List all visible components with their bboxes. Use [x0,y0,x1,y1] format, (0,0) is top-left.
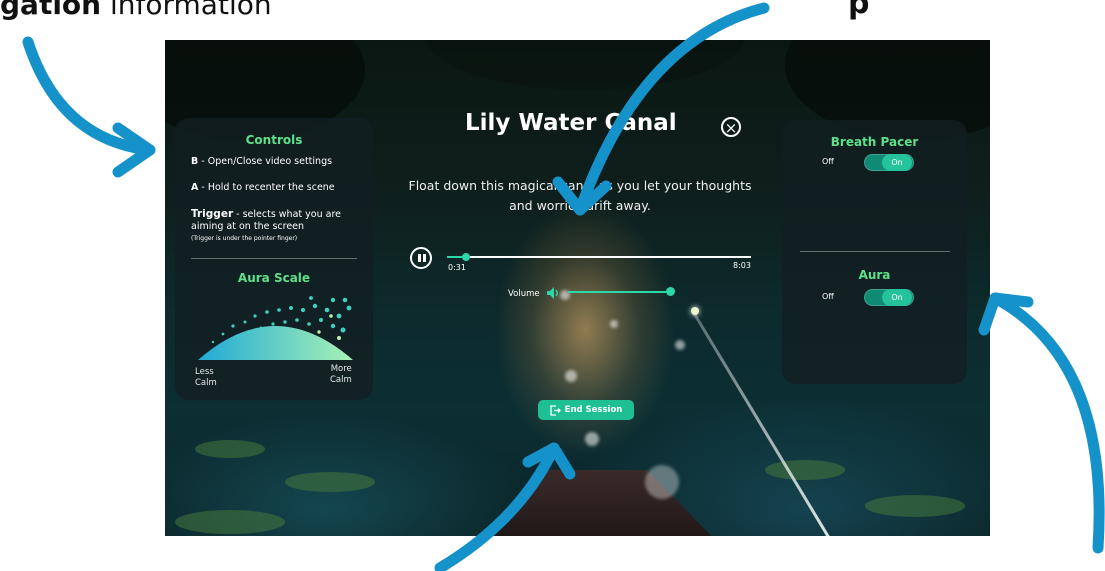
annotation-arrow-icon [22,2,1105,571]
